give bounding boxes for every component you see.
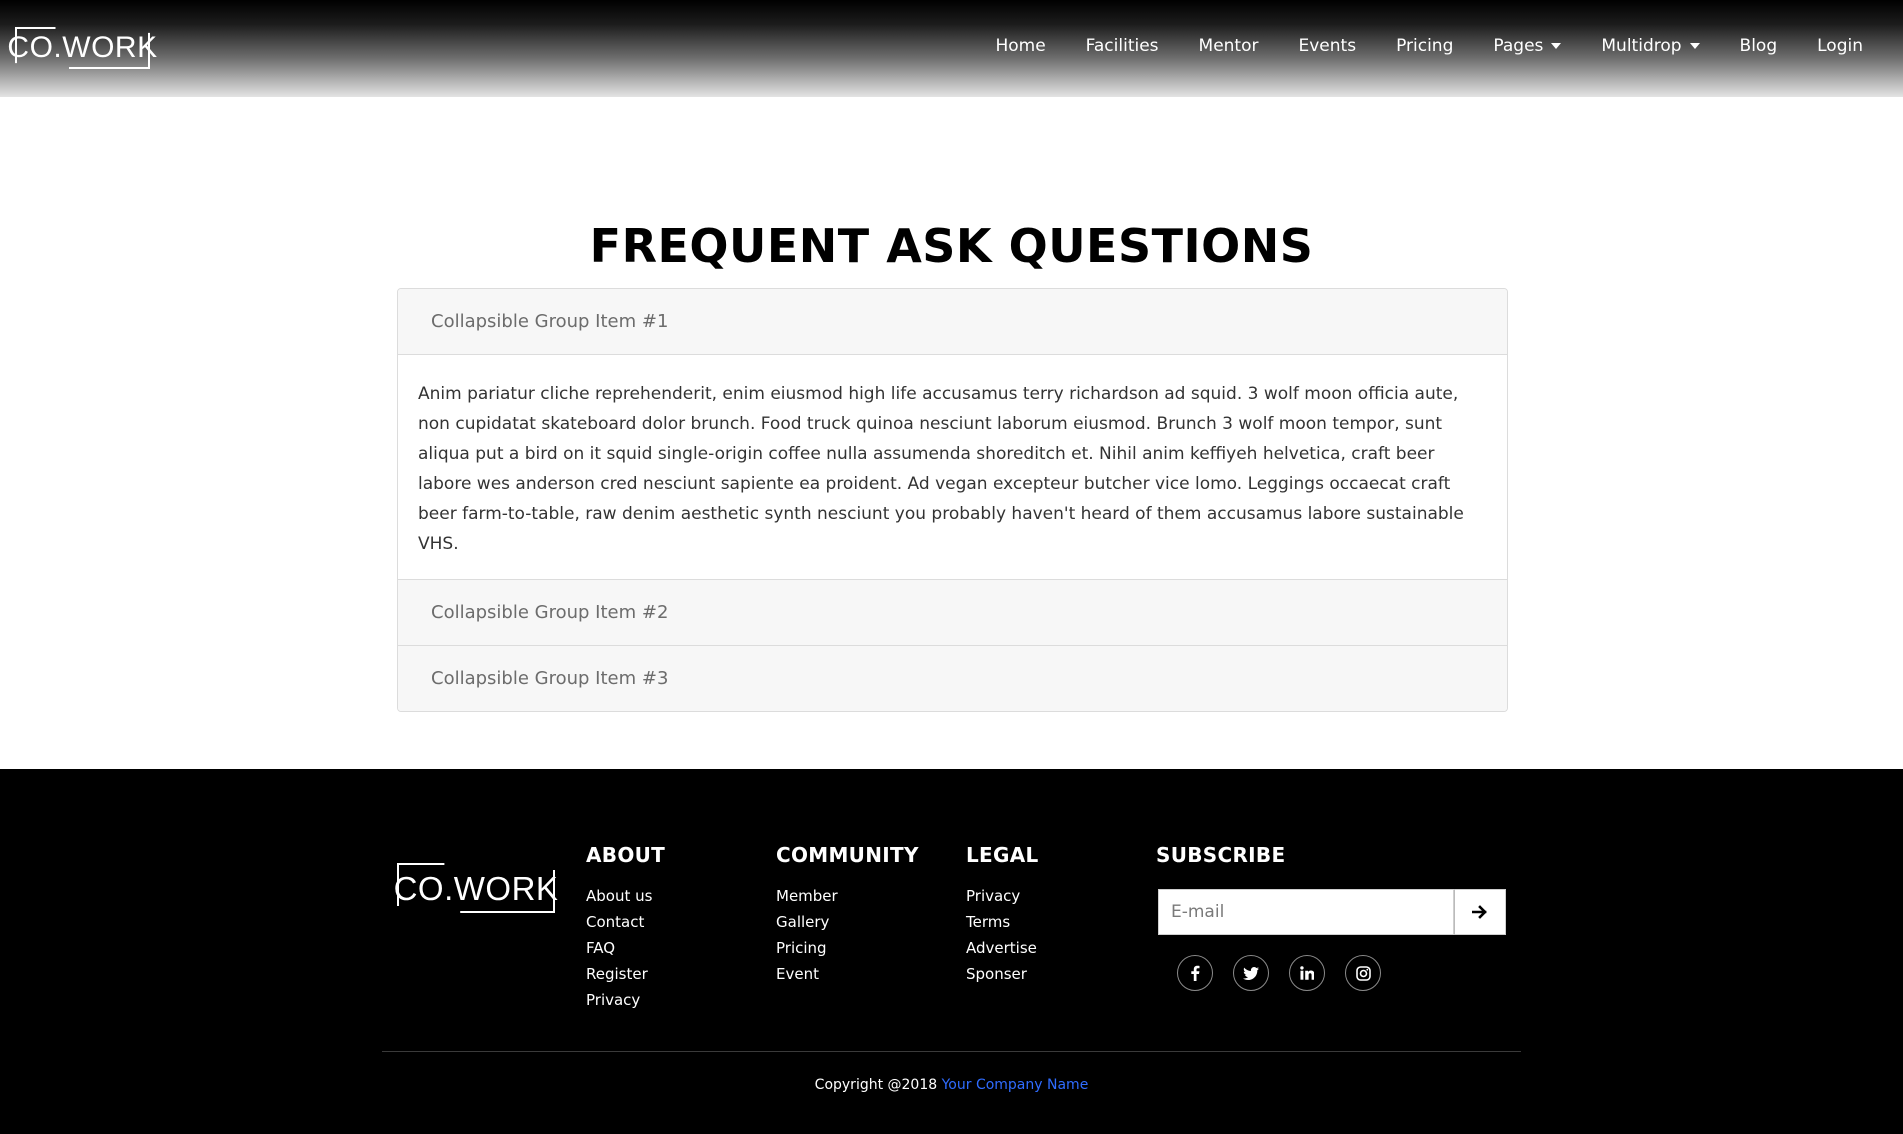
nav-pricing[interactable]: Pricing xyxy=(1376,36,1473,56)
caret-down-icon xyxy=(1551,43,1562,49)
footer-legal-heading: LEGAL xyxy=(966,843,1039,867)
faq-title: FREQUENT ASK QUESTIONS xyxy=(589,219,1314,273)
footer-link-advertise[interactable]: Advertise xyxy=(966,935,1039,961)
footer-logo[interactable]: CO.WORK xyxy=(394,863,558,913)
footer-legal: LEGAL Privacy Terms Advertise Sponser xyxy=(966,843,1039,987)
nav-events-label: Events xyxy=(1298,36,1357,56)
footer-link-terms[interactable]: Terms xyxy=(966,909,1039,935)
accordion-body-text: Anim pariatur cliche reprehenderit, enim… xyxy=(418,384,1464,554)
footer-logo-text: CO.WORK xyxy=(393,869,559,907)
twitter-icon[interactable] xyxy=(1233,955,1269,991)
subscribe-form xyxy=(1158,889,1506,935)
accordion-header-1[interactable]: Collapsible Group Item #1 xyxy=(398,289,1507,355)
accordion-header-label: Collapsible Group Item #1 xyxy=(431,311,669,332)
main-nav: Home Facilities Mentor Events Pricing Pa… xyxy=(975,36,1883,56)
caret-down-icon xyxy=(1689,43,1700,49)
footer-divider xyxy=(382,1051,1521,1052)
nav-pricing-label: Pricing xyxy=(1396,36,1454,56)
accordion-header-label: Collapsible Group Item #2 xyxy=(431,602,669,623)
nav-mentor-label: Mentor xyxy=(1198,36,1259,56)
footer-about: ABOUT About us Contact FAQ Register Priv… xyxy=(586,843,665,1013)
site-footer: CO.WORK ABOUT About us Contact FAQ Regis… xyxy=(0,769,1903,1134)
footer-link-privacy-legal[interactable]: Privacy xyxy=(966,883,1039,909)
footer-subscribe: SUBSCRIBE xyxy=(1156,843,1285,883)
nav-facilities[interactable]: Facilities xyxy=(1066,36,1179,56)
faq-accordion: Collapsible Group Item #1 Anim pariatur … xyxy=(397,288,1508,712)
footer-about-heading: ABOUT xyxy=(586,843,666,867)
email-field[interactable] xyxy=(1158,889,1454,935)
accordion-body-1: Anim pariatur cliche reprehenderit, enim… xyxy=(398,355,1507,580)
copyright-text: Copyright @2018 xyxy=(814,1077,942,1093)
footer-link-register[interactable]: Register xyxy=(586,961,665,987)
arrow-right-icon xyxy=(1472,905,1487,919)
footer-link-gallery[interactable]: Gallery xyxy=(776,909,919,935)
copyright: Copyright @2018 Your Company Name xyxy=(0,1077,1903,1093)
nav-login[interactable]: Login xyxy=(1797,36,1883,56)
top-navbar: CO.WORK Home Facilities Mentor Events Pr… xyxy=(0,0,1903,97)
subscribe-button[interactable] xyxy=(1454,889,1506,935)
footer-link-privacy[interactable]: Privacy xyxy=(586,987,665,1013)
nav-multidrop-label: Multidrop xyxy=(1601,36,1682,56)
nav-pages-dropdown[interactable]: Pages xyxy=(1473,36,1581,56)
nav-events[interactable]: Events xyxy=(1279,36,1377,56)
nav-mentor[interactable]: Mentor xyxy=(1179,36,1279,56)
nav-home[interactable]: Home xyxy=(975,36,1065,56)
nav-login-label: Login xyxy=(1817,36,1863,56)
footer-link-faq[interactable]: FAQ xyxy=(586,935,665,961)
accordion-header-2[interactable]: Collapsible Group Item #2 xyxy=(398,580,1507,646)
footer-link-sponser[interactable]: Sponser xyxy=(966,961,1039,987)
footer-link-about-us[interactable]: About us xyxy=(586,883,665,909)
footer-link-contact[interactable]: Contact xyxy=(586,909,665,935)
accordion-header-label: Collapsible Group Item #3 xyxy=(431,668,669,689)
nav-pages-label: Pages xyxy=(1493,36,1544,56)
footer-link-member[interactable]: Member xyxy=(776,883,919,909)
nav-home-label: Home xyxy=(995,36,1046,56)
brand-logo[interactable]: CO.WORK xyxy=(7,27,157,69)
social-links xyxy=(1177,955,1381,991)
footer-community-heading: COMMUNITY xyxy=(776,843,919,867)
nav-multidrop-dropdown[interactable]: Multidrop xyxy=(1581,36,1719,56)
company-name-link[interactable]: Your Company Name xyxy=(942,1077,1089,1093)
footer-link-pricing[interactable]: Pricing xyxy=(776,935,919,961)
logo-text: CO.WORK xyxy=(7,31,158,64)
instagram-icon[interactable] xyxy=(1345,955,1381,991)
linkedin-icon[interactable] xyxy=(1289,955,1325,991)
nav-facilities-label: Facilities xyxy=(1085,36,1159,56)
footer-community: COMMUNITY Member Gallery Pricing Event xyxy=(776,843,919,987)
facebook-icon[interactable] xyxy=(1177,955,1213,991)
accordion-header-3[interactable]: Collapsible Group Item #3 xyxy=(398,646,1507,711)
nav-blog[interactable]: Blog xyxy=(1720,36,1798,56)
footer-link-event[interactable]: Event xyxy=(776,961,919,987)
footer-subscribe-heading: SUBSCRIBE xyxy=(1156,843,1286,867)
nav-blog-label: Blog xyxy=(1739,36,1778,56)
